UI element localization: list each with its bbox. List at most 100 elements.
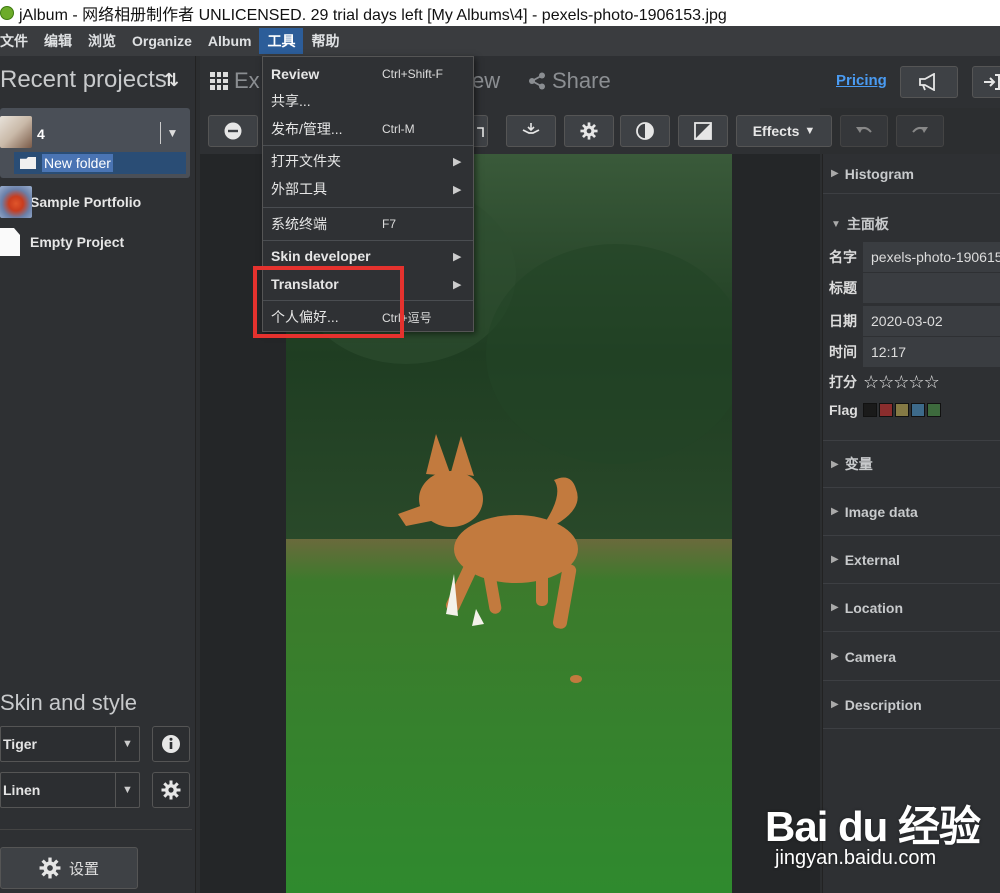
skin-info-button[interactable] [152, 726, 190, 762]
project-thumbnail [0, 116, 32, 148]
expand-icon: ▶ [831, 168, 839, 179]
menu-organize[interactable]: Organize [124, 28, 200, 54]
rating-row: 打分 ☆ ☆ ☆ ☆ ☆ [823, 367, 1000, 397]
crop-button[interactable] [474, 115, 488, 147]
menu-item-publish[interactable]: 发布/管理... Ctrl-M [263, 115, 473, 143]
menu-item-label: 打开文件夹 [271, 153, 341, 169]
main-panel-label: 主面板 [846, 216, 889, 232]
login-button[interactable] [972, 66, 1000, 98]
project-item-sample-portfolio[interactable]: Sample Portfolio [0, 186, 141, 218]
name-input[interactable]: pexels-photo-1906153 [863, 242, 1000, 272]
histogram-label: Histogram [844, 165, 914, 182]
chevron-down-icon: ▼ [115, 773, 139, 807]
menu-item-system-terminal[interactable]: 系统终端 F7 [263, 210, 473, 238]
project-name: 4 [37, 126, 45, 142]
project-thumbnail [0, 186, 32, 218]
section-label: Description [844, 696, 922, 713]
watermark-url: jingyan.baidu.com [775, 847, 937, 869]
tab-share[interactable]: Share [528, 68, 611, 94]
field-label: 名字 [829, 249, 857, 265]
star-icon[interactable]: ☆ [908, 372, 924, 393]
project-dropdown-button[interactable]: ▼ [160, 122, 184, 144]
menu-item-shortcut: F7 [382, 217, 397, 231]
menu-item-label: 发布/管理... [271, 121, 343, 137]
menu-item-share[interactable]: 共享... [263, 87, 473, 115]
flag-swatch[interactable] [927, 403, 941, 417]
flag-swatch[interactable] [895, 403, 909, 417]
redo-button[interactable] [896, 115, 944, 147]
contrast-icon [636, 122, 654, 140]
menu-file[interactable]: 文件 [0, 28, 36, 54]
menu-help[interactable]: 帮助 [303, 28, 347, 54]
main-panel-section[interactable]: ▼ 主面板 [823, 206, 1000, 242]
section-label: 变量 [844, 456, 873, 472]
menu-item-open-folder[interactable]: 打开文件夹 ▶ [263, 147, 473, 175]
menu-album[interactable]: Album [200, 28, 260, 54]
menu-item-external-tools[interactable]: 外部工具 ▶ [263, 175, 473, 203]
undo-icon [856, 126, 872, 133]
title-input[interactable] [863, 273, 1000, 303]
window-title: jAlbum - 网络相册制作者 UNLICENSED. 29 trial da… [19, 7, 727, 24]
menu-item-shortcut: Ctrl-M [382, 122, 415, 136]
location-section[interactable]: ▶ Location [823, 584, 1000, 632]
baidu-watermark: Bai du 经验 jingyan.baidu.com [765, 785, 995, 880]
folder-item-new[interactable]: New folder [14, 152, 186, 174]
undo-button[interactable] [840, 115, 888, 147]
project-name: Sample Portfolio [30, 194, 142, 210]
exposure-button[interactable] [678, 115, 728, 147]
tab-explore-label: Ex [234, 68, 260, 93]
announcements-button[interactable] [900, 66, 958, 98]
straighten-button[interactable] [506, 115, 556, 147]
menu-item-label: 共享... [271, 93, 311, 109]
recent-projects-title: Recent projects [0, 66, 167, 93]
sort-icon[interactable]: ⇅ [164, 70, 179, 91]
time-input[interactable]: 12:17 [863, 337, 1000, 367]
contrast-button[interactable] [620, 115, 670, 147]
menu-tools[interactable]: 工具 [259, 28, 304, 54]
section-label: Camera [844, 648, 897, 665]
flag-swatch[interactable] [863, 403, 877, 417]
project-item-empty-project[interactable]: Empty Project [0, 226, 124, 258]
flag-swatch[interactable] [879, 403, 893, 417]
camera-section[interactable]: ▶ Camera [823, 633, 1000, 681]
style-settings-button[interactable] [152, 772, 190, 808]
description-section[interactable]: ▶ Description [823, 681, 1000, 729]
remove-button[interactable] [208, 115, 258, 147]
field-label: 日期 [829, 313, 857, 329]
collapse-icon: ▼ [831, 218, 841, 230]
adjust-settings-button[interactable] [564, 115, 614, 147]
tab-preview[interactable]: ew [472, 68, 500, 94]
star-icon[interactable]: ☆ [924, 372, 940, 393]
menu-edit[interactable]: 编辑 [36, 28, 80, 54]
gear-icon [161, 780, 181, 800]
star-icon[interactable]: ☆ [863, 372, 879, 393]
pricing-link[interactable]: Pricing [836, 72, 887, 89]
horizon-icon [522, 123, 540, 134]
style-select[interactable]: Linen ▼ [0, 772, 140, 808]
chevron-down-icon: ▼ [115, 727, 139, 761]
expand-icon: ▶ [831, 699, 839, 710]
submenu-arrow-icon: ▶ [453, 183, 462, 196]
expand-icon: ▶ [831, 554, 839, 565]
settings-button[interactable]: 设置 [0, 847, 138, 889]
variables-section[interactable]: ▶ 变量 [823, 440, 1000, 488]
date-input[interactable]: 2020-03-02 [863, 306, 1000, 336]
share-icon [529, 72, 545, 90]
star-icon[interactable]: ☆ [878, 372, 894, 393]
external-section[interactable]: ▶ External [823, 536, 1000, 584]
skin-style-title: Skin and style [0, 690, 137, 715]
image-data-section[interactable]: ▶ Image data [823, 488, 1000, 536]
tab-explore[interactable]: Ex [210, 68, 260, 94]
star-icon[interactable]: ☆ [893, 372, 909, 393]
field-title: 标题 [823, 273, 1000, 303]
folder-icon [20, 157, 36, 169]
skin-select[interactable]: Tiger ▼ [0, 726, 140, 762]
rating-label: 打分 [829, 374, 857, 390]
histogram-section[interactable]: ▶ Histogram [823, 154, 1000, 194]
menu-item-review[interactable]: Review Ctrl+Shift-F [263, 61, 473, 87]
left-panel: Recent projects ⇅ 4 ▼ New folder Sample … [0, 56, 196, 893]
effects-button[interactable]: Effects ▼ [736, 115, 832, 147]
tab-share-label: Share [552, 68, 611, 93]
flag-swatch[interactable] [911, 403, 925, 417]
menu-browse[interactable]: 浏览 [80, 28, 124, 54]
